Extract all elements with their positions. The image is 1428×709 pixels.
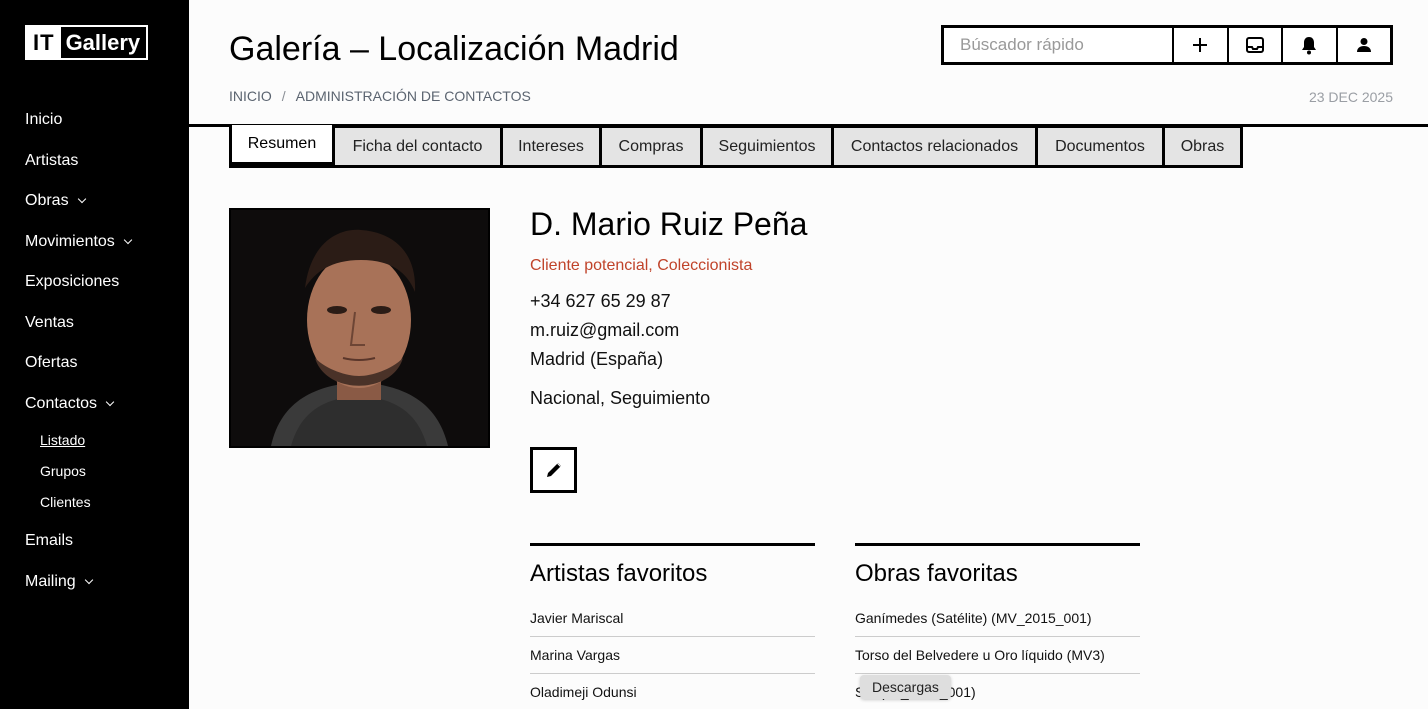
sidebar-nav: Inicio Artistas Obras Movimientos Exposi… (25, 100, 175, 602)
chevron-down-icon (77, 195, 86, 204)
sidebar-item-exposiciones[interactable]: Exposiciones (25, 262, 175, 303)
sidebar-subitem-label: Listado (40, 431, 86, 448)
contact-type: Cliente potencial, Coleccionista (530, 257, 753, 274)
tab-ficha[interactable]: Ficha del contacto (335, 128, 500, 165)
list-item[interactable]: Torso del Belvedere u Oro líquido (MV3) (855, 637, 1140, 674)
tab-obras[interactable]: Obras (1165, 128, 1240, 165)
tab-resumen[interactable]: Resumen (232, 125, 332, 162)
sidebar-subitem-listado[interactable]: Listado (40, 424, 175, 455)
sidebar-item-label: Obras (25, 192, 69, 210)
tab-compras[interactable]: Compras (602, 128, 700, 165)
pencil-icon (546, 463, 561, 477)
sidebar-item-emails[interactable]: Emails (25, 521, 175, 562)
list-item[interactable]: Javier Mariscal (530, 600, 815, 637)
sidebar-item-mailing[interactable]: Mailing (25, 562, 175, 603)
sidebar-item-contactos[interactable]: Contactos (25, 384, 175, 425)
contact-email[interactable]: m.ruiz@gmail.com (530, 320, 679, 341)
contact-name: D. Mario Ruiz Peña (530, 206, 808, 242)
favorite-works-title: Obras favoritas (855, 560, 1018, 587)
tab-intereses[interactable]: Intereses (503, 128, 599, 165)
sidebar-subitem-label: Clientes (40, 493, 91, 510)
edit-button[interactable] (530, 447, 577, 493)
sidebar-item-label: Artistas (25, 151, 79, 169)
breadcrumb: INICIO / ADMINISTRACIÓN DE CONTACTOS (229, 88, 531, 104)
sidebar: IT Gallery Inicio Artistas Obras Movimie… (0, 0, 189, 709)
contact-photo (229, 208, 490, 448)
breadcrumb-inicio[interactable]: INICIO (229, 88, 272, 104)
sidebar-item-label: Emails (25, 532, 74, 550)
sidebar-item-label: Ventas (25, 313, 74, 331)
logo-gallery: Gallery (65, 29, 141, 55)
tab-contactos-relacionados[interactable]: Contactos relacionados (834, 128, 1035, 165)
breadcrumb-current[interactable]: ADMINISTRACIÓN DE CONTACTOS (296, 88, 531, 104)
add-button[interactable] (1174, 28, 1229, 62)
notifications-button[interactable] (1283, 28, 1338, 62)
sidebar-item-label: Movimientos (25, 232, 115, 250)
logo-it: IT (27, 27, 61, 58)
sidebar-item-inicio[interactable]: Inicio (25, 100, 175, 141)
favorite-artists-title: Artistas favoritos (530, 560, 708, 587)
inbox-button[interactable] (1229, 28, 1283, 62)
sidebar-item-obras[interactable]: Obras (25, 181, 175, 222)
toolbar (941, 25, 1393, 65)
logo[interactable]: IT Gallery (25, 25, 149, 60)
plus-icon (1193, 38, 1208, 52)
sidebar-item-label: Contactos (25, 394, 98, 412)
portrait-image (231, 210, 488, 446)
sidebar-item-label: Inicio (25, 111, 63, 129)
sidebar-item-label: Exposiciones (25, 273, 120, 291)
chevron-down-icon (123, 235, 133, 244)
chevron-down-icon (84, 575, 93, 584)
tab-seguimientos[interactable]: Seguimientos (703, 128, 831, 165)
list-item[interactable]: Marina Vargas (530, 637, 815, 674)
current-date: 23 DEC 2025 (1308, 89, 1393, 105)
sidebar-submenu-contactos: Listado Grupos Clientes (25, 424, 175, 517)
sidebar-subitem-label: Grupos (40, 462, 86, 479)
favorite-artists: Artistas favoritos Javier Mariscal Marin… (530, 543, 815, 709)
list-item[interactable]: Oladimeji Odunsi (530, 674, 815, 709)
sidebar-item-ventas[interactable]: Ventas (25, 303, 175, 344)
downloads-tooltip: Descargas (860, 675, 951, 699)
sidebar-subitem-clientes[interactable]: Clientes (40, 486, 175, 517)
bell-icon (1302, 37, 1317, 55)
sidebar-item-artistas[interactable]: Artistas (25, 141, 175, 182)
sidebar-item-label: Ofertas (25, 354, 78, 372)
search-input[interactable] (944, 28, 1174, 62)
tab-bar: Resumen Ficha del contacto Intereses Com… (229, 125, 1243, 168)
page-title: Galería – Localización Madrid (229, 30, 679, 68)
sidebar-item-label: Mailing (25, 572, 76, 590)
tab-documentos[interactable]: Documentos (1038, 128, 1162, 165)
contact-location: Madrid (España) (530, 349, 664, 369)
contact-phone[interactable]: +34 627 65 29 87 (530, 291, 671, 312)
sidebar-subitem-grupos[interactable]: Grupos (40, 455, 175, 486)
list-item[interactable]: Ganímedes (Satélite) (MV_2015_001) (855, 600, 1140, 637)
user-icon (1356, 38, 1371, 52)
user-button[interactable] (1338, 28, 1391, 62)
sidebar-item-movimientos[interactable]: Movimientos (25, 222, 175, 263)
sidebar-item-ofertas[interactable]: Ofertas (25, 343, 175, 384)
breadcrumb-separator: / (281, 88, 286, 104)
chevron-down-icon (105, 397, 115, 406)
contact-tags: Nacional, Seguimiento (530, 388, 711, 408)
inbox-icon (1245, 37, 1264, 53)
